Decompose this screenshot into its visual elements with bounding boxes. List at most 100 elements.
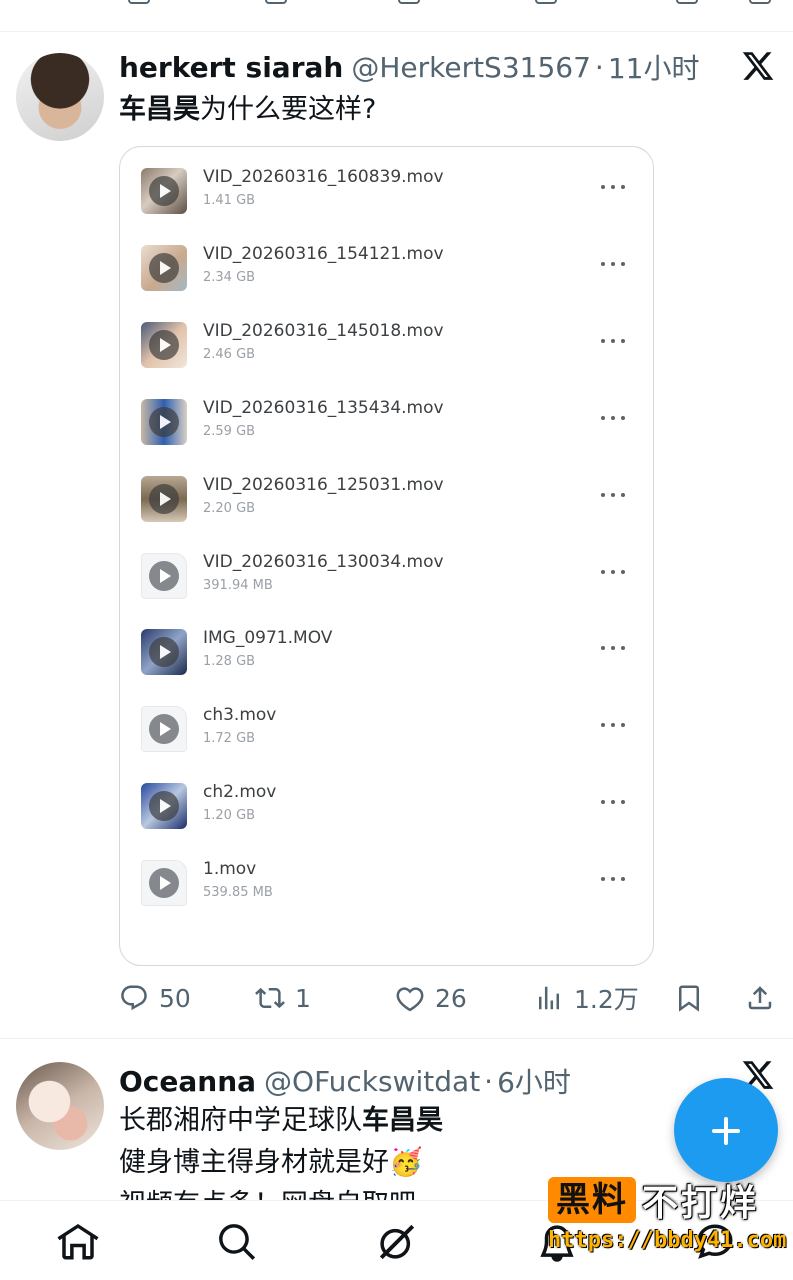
- more-options-icon[interactable]: [601, 254, 627, 274]
- bookmark-icon[interactable]: [676, 0, 698, 4]
- compose-button[interactable]: [674, 1078, 778, 1182]
- file-size: 2.34 GB: [203, 270, 256, 285]
- play-icon: [149, 330, 179, 360]
- share-button[interactable]: [745, 978, 785, 1018]
- views-icon[interactable]: [535, 0, 557, 4]
- avatar[interactable]: [16, 1062, 104, 1150]
- display-name[interactable]: herkert siarah: [119, 51, 343, 84]
- tweet-line: 长郡湘府中学足球队车昌昊: [119, 1100, 443, 1142]
- tweet-text-rest: 长郡湘府中学足球队: [119, 1105, 362, 1136]
- file-row[interactable]: ch2.mov 1.20 GB: [120, 762, 653, 838]
- more-options-icon[interactable]: [601, 485, 627, 505]
- views-icon: [539, 986, 559, 1010]
- mention-name: 车昌昊: [362, 1105, 443, 1136]
- file-name: VID_20260316_130034.mov: [203, 552, 444, 572]
- user-handle[interactable]: @OFuckswitdat: [264, 1065, 480, 1098]
- play-icon: [149, 868, 179, 898]
- file-row[interactable]: 1.mov 539.85 MB: [120, 839, 653, 915]
- more-options-icon[interactable]: [601, 177, 627, 197]
- tweet-text-rest: 为什么要这样?: [200, 94, 377, 125]
- repost-icon[interactable]: [265, 0, 287, 4]
- watermark-brand-box: 黑料: [548, 1177, 636, 1223]
- x-logo-icon: [742, 52, 774, 80]
- more-options-icon[interactable]: [601, 562, 627, 582]
- video-thumbnail: [141, 168, 187, 214]
- reply-button[interactable]: 50: [119, 978, 191, 1018]
- play-icon: [149, 253, 179, 283]
- more-options-icon[interactable]: [601, 331, 627, 351]
- file-size: 539.85 MB: [203, 885, 273, 900]
- video-thumbnail: [141, 245, 187, 291]
- more-options-icon[interactable]: [601, 638, 627, 658]
- file-size: 1.20 GB: [203, 808, 256, 823]
- file-size: 1.28 GB: [203, 654, 256, 669]
- search-icon[interactable]: [216, 1221, 258, 1263]
- mention-name: 车昌昊: [119, 94, 200, 125]
- file-size: 2.46 GB: [203, 347, 256, 362]
- tweet-text: 车昌昊为什么要这样?: [119, 89, 376, 131]
- share-icon[interactable]: [749, 0, 771, 4]
- more-options-icon[interactable]: [601, 408, 627, 428]
- reply-icon: [121, 985, 147, 1011]
- reply-icon[interactable]: [128, 0, 150, 4]
- file-size: 391.94 MB: [203, 578, 273, 593]
- file-size: 2.20 GB: [203, 501, 256, 516]
- like-icon[interactable]: [398, 0, 420, 4]
- file-row[interactable]: VID_20260316_135434.mov 2.59 GB: [120, 378, 653, 454]
- timestamp[interactable]: 6小时: [497, 1061, 571, 1101]
- file-row[interactable]: VID_20260316_154121.mov 2.34 GB: [120, 224, 653, 300]
- file-row[interactable]: VID_20260316_125031.mov 2.20 GB: [120, 455, 653, 531]
- file-size: 1.72 GB: [203, 731, 256, 746]
- bookmark-button[interactable]: [674, 978, 714, 1018]
- file-size: 2.59 GB: [203, 424, 256, 439]
- file-row[interactable]: ch3.mov 1.72 GB: [120, 685, 653, 761]
- play-icon: [149, 637, 179, 667]
- tweet-actions: 50 1 26 1.2万: [119, 978, 779, 1018]
- watermark-url: https://bbdy41.com: [548, 1228, 787, 1253]
- file-row[interactable]: VID_20260316_130034.mov 391.94 MB: [120, 532, 653, 608]
- tweet-header: herkert siarah @HerkertS31567 · 11小时: [119, 47, 699, 87]
- file-row[interactable]: VID_20260316_145018.mov 2.46 GB: [120, 301, 653, 377]
- watermark-brand: 黑料 不打烊: [548, 1174, 759, 1226]
- separator-dot: ·: [594, 50, 604, 84]
- timestamp[interactable]: 11小时: [608, 47, 700, 87]
- watermark-brand-rest: 不打烊: [642, 1183, 760, 1224]
- play-icon: [149, 484, 179, 514]
- repost-count: 1: [295, 983, 311, 1013]
- like-icon: [396, 987, 424, 1012]
- share-icon: [748, 986, 772, 1010]
- avatar[interactable]: [16, 53, 104, 141]
- tweet-header: Oceanna @OFuckswitdat · 6小时: [119, 1061, 571, 1101]
- tweet[interactable]: herkert siarah @HerkertS31567 · 11小时 车昌昊…: [0, 33, 793, 1039]
- video-thumbnail: [141, 629, 187, 675]
- like-button[interactable]: 26: [395, 978, 467, 1018]
- more-options-icon[interactable]: [601, 869, 627, 889]
- file-name: 1.mov: [203, 859, 257, 879]
- separator-dot: ·: [484, 1064, 494, 1098]
- home-icon[interactable]: [57, 1221, 99, 1263]
- file-name: VID_20260316_160839.mov: [203, 167, 444, 187]
- file-row[interactable]: VID_20260316_160839.mov 1.41 GB: [120, 147, 653, 223]
- more-options-icon[interactable]: [601, 792, 627, 812]
- grok-icon[interactable]: [376, 1221, 418, 1263]
- user-handle[interactable]: @HerkertS31567: [351, 51, 591, 84]
- display-name[interactable]: Oceanna: [119, 1065, 256, 1098]
- file-row[interactable]: IMG_0971.MOV 1.28 GB: [120, 608, 653, 684]
- video-thumbnail: [141, 476, 187, 522]
- views-button[interactable]: 1.2万: [534, 978, 639, 1018]
- file-name: IMG_0971.MOV: [203, 628, 333, 648]
- file-list-attachment[interactable]: VID_20260316_160839.mov 1.41 GB VID_2026…: [119, 146, 654, 966]
- file-name: VID_20260316_154121.mov: [203, 244, 444, 264]
- play-icon: [149, 714, 179, 744]
- video-thumbnail: [141, 322, 187, 368]
- repost-button[interactable]: 1: [255, 978, 311, 1018]
- file-name: ch3.mov: [203, 705, 277, 725]
- more-options-icon[interactable]: [601, 715, 627, 735]
- previous-tweet-actions: [0, 0, 793, 32]
- play-icon: [149, 791, 179, 821]
- play-icon: [149, 407, 179, 437]
- reply-count: 50: [159, 983, 191, 1013]
- video-thumbnail: [141, 399, 187, 445]
- file-size: 1.41 GB: [203, 193, 256, 208]
- bookmark-icon: [679, 985, 699, 1012]
